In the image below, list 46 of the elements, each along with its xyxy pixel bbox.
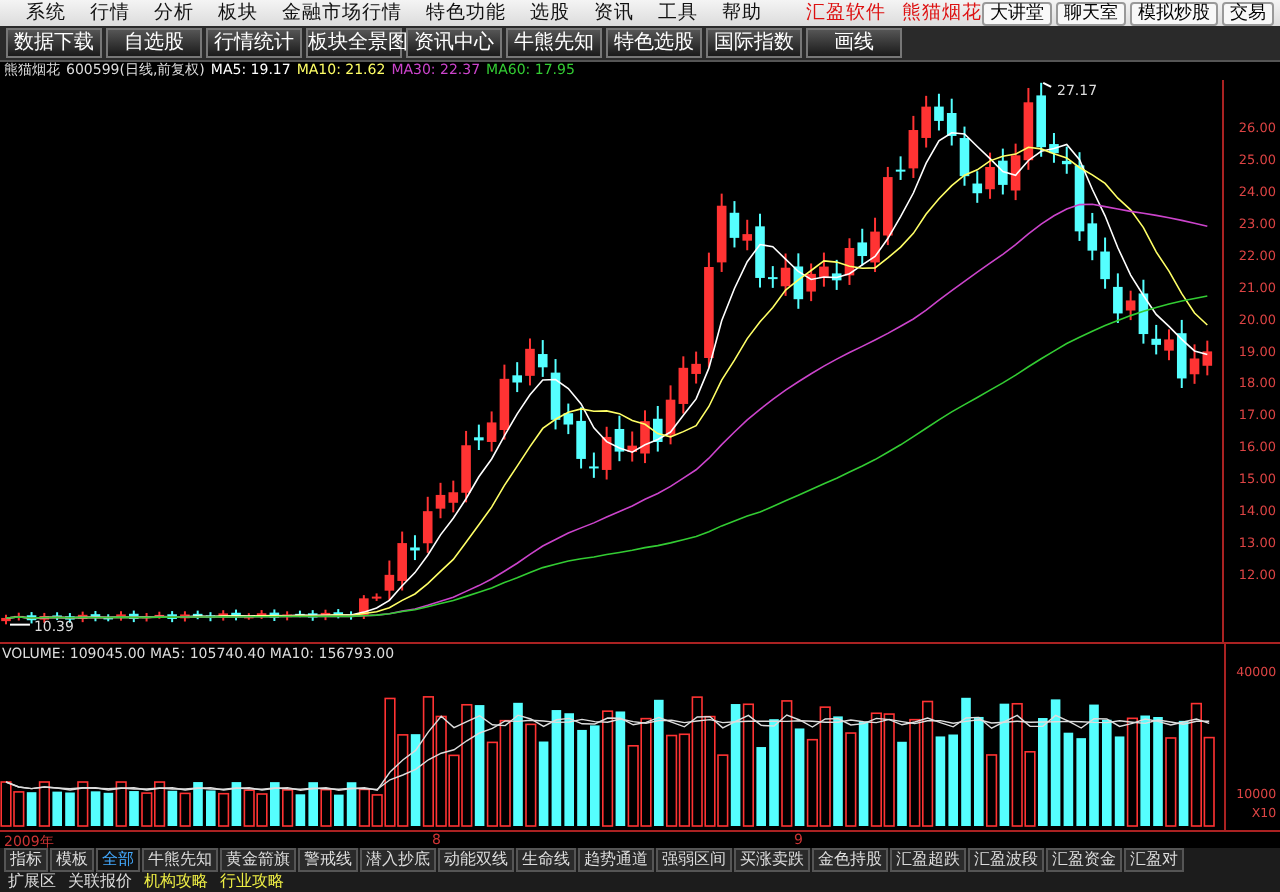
toolbar-button[interactable]: 行情统计 xyxy=(206,28,302,59)
toolbar-button[interactable]: 国际指数 xyxy=(706,28,802,59)
indicator-tab[interactable]: 汇盈资金 xyxy=(1046,848,1122,872)
menu-button[interactable]: 模拟炒股 xyxy=(1130,1,1218,26)
indicator-tab[interactable]: 买涨卖跌 xyxy=(734,848,810,872)
indicator-tab[interactable]: 动能双线 xyxy=(438,848,514,872)
menu-item[interactable]: 系统 xyxy=(14,0,78,27)
indicator-tab[interactable]: 金色持股 xyxy=(812,848,888,872)
toolbar-button[interactable]: 自选股 xyxy=(106,28,202,59)
toolbar-button[interactable]: 数据下载 xyxy=(6,28,102,59)
indicator-tab[interactable]: 强弱区间 xyxy=(656,848,732,872)
menu-item[interactable]: 行情 xyxy=(78,0,142,27)
menu-button[interactable]: 交易 xyxy=(1222,1,1274,26)
menu-item[interactable]: 金融市场行情 xyxy=(270,0,414,27)
bottom-tab[interactable]: 行业攻略 xyxy=(216,872,288,892)
toolbar-button[interactable]: 画线 xyxy=(806,28,902,59)
bottom-tab[interactable]: 扩展区 xyxy=(4,872,60,892)
menu-item[interactable]: 分析 xyxy=(142,0,206,27)
indicator-tab[interactable]: 警戒线 xyxy=(298,848,358,872)
toolbar-button[interactable]: 板块全景图 xyxy=(306,28,402,59)
toolbar-button[interactable]: 资讯中心 xyxy=(406,28,502,59)
bottom-tab[interactable]: 机构攻略 xyxy=(140,872,212,892)
menu-button[interactable]: 聊天室 xyxy=(1056,1,1126,26)
menu-item[interactable]: 工具 xyxy=(646,0,710,27)
menu-item[interactable]: 帮助 xyxy=(710,0,774,27)
indicator-tab[interactable]: 汇盈对 xyxy=(1124,848,1184,872)
indicator-tab[interactable]: 黄金箭旗 xyxy=(220,848,296,872)
bottom-tab[interactable]: 关联报价 xyxy=(64,872,136,892)
indicator-tab[interactable]: 趋势通道 xyxy=(578,848,654,872)
indicator-tab[interactable]: 全部 xyxy=(96,848,140,872)
indicator-tab[interactable]: 潜入抄底 xyxy=(360,848,436,872)
menu-item[interactable]: 特色功能 xyxy=(414,0,518,27)
indicator-tab[interactable]: 模板 xyxy=(50,848,94,872)
menu-item[interactable]: 板块 xyxy=(206,0,270,27)
menu-button[interactable]: 大讲堂 xyxy=(982,1,1052,26)
indicator-tab[interactable]: 汇盈超跌 xyxy=(890,848,966,872)
indicator-tab[interactable]: 生命线 xyxy=(516,848,576,872)
menu-item[interactable]: 选股 xyxy=(518,0,582,27)
toolbar-button[interactable]: 牛熊先知 xyxy=(506,28,602,59)
menu-item[interactable]: 资讯 xyxy=(582,0,646,27)
indicator-tab[interactable]: 指标 xyxy=(4,848,48,872)
brand-text: 汇盈软件 xyxy=(806,0,886,27)
brand-text: 熊猫烟花 xyxy=(902,0,982,27)
indicator-tab[interactable]: 汇盈波段 xyxy=(968,848,1044,872)
toolbar-button[interactable]: 特色选股 xyxy=(606,28,702,59)
indicator-tab[interactable]: 牛熊先知 xyxy=(142,848,218,872)
